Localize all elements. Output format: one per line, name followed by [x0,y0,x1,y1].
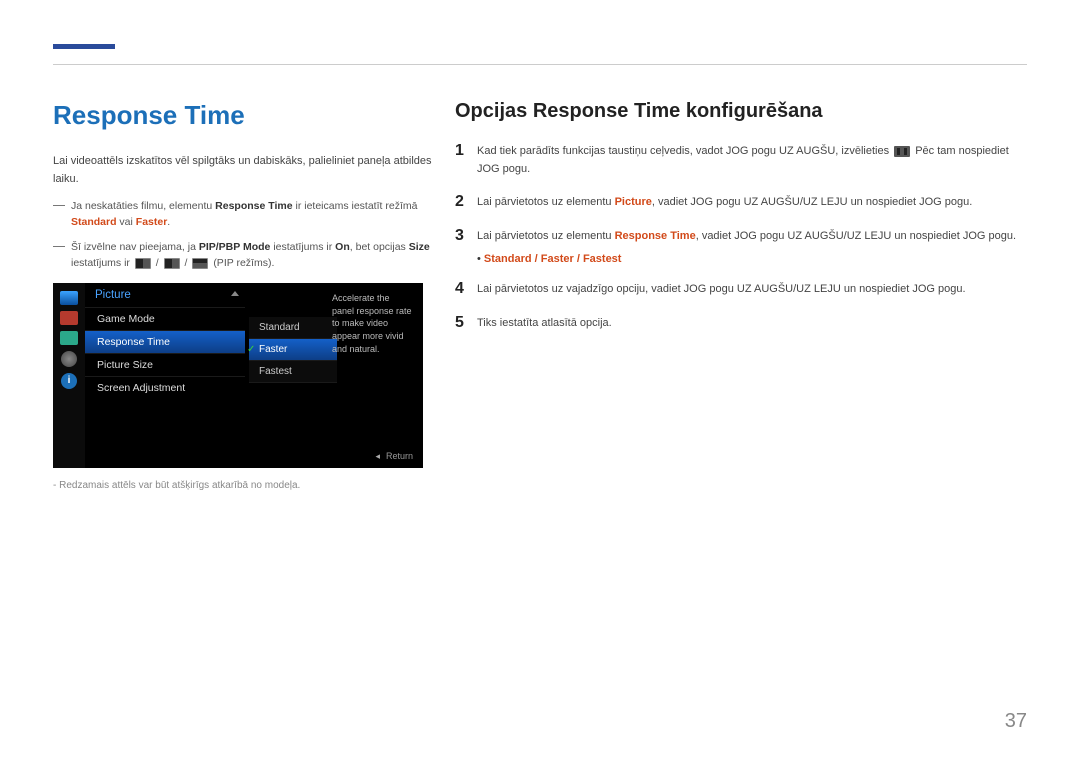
options-bullet: Standard / Faster / Fastest [455,253,1027,265]
osd-sidebar: i [53,283,85,468]
step-3: 3 Lai pārvietotos uz elementu Response T… [455,226,1027,246]
page-title: Response Time [53,100,433,131]
note-2: Šī izvēlne nav pieejama, ja PIP/PBP Mode… [53,239,433,272]
header-accent-bar [53,44,115,49]
osd-icon-pip [60,331,78,345]
osd-submenu: Standard Faster Fastest [249,317,337,383]
pip-layout-icon-1 [135,258,151,269]
right-column: Opcijas Response Time konfigurēšana 1 Ka… [455,100,1027,347]
pip-layout-icon-2 [164,258,180,269]
osd-item-game-mode: Game Mode [85,307,245,330]
header-divider [53,64,1027,65]
osd-arrow-up-icon [231,291,239,296]
osd-sub-fastest: Fastest [249,361,337,383]
osd-main-panel: Picture Game Mode Response Time Picture … [85,283,245,399]
osd-sub-standard: Standard [249,317,337,339]
step-5: 5 Tiks iestatīta atlasītā opcija. [455,313,1027,333]
note-1: Ja neskatāties filmu, elementu Response … [53,198,433,231]
osd-icon-color [60,311,78,325]
osd-menu-title: Picture [85,283,245,307]
osd-icon-picture [60,291,78,305]
step-2: 2 Lai pārvietotos uz elementu Picture, v… [455,192,1027,212]
step-4: 4 Lai pārvietotos uz vajadzīgo opciju, v… [455,279,1027,299]
osd-item-picture-size: Picture Size [85,353,245,376]
osd-description: Accelerate the panel response rate to ma… [329,289,417,358]
step-1: 1 Kad tiek parādīts funkcijas taustiņu c… [455,141,1027,178]
left-column: Response Time Lai videoattēls izskatītos… [53,100,433,491]
osd-menu-screenshot: i Picture Game Mode Response Time Pictur… [53,283,423,468]
section-title: Opcijas Response Time konfigurēšana [455,100,1027,123]
menu-button-icon [894,146,910,157]
osd-return-label: Return [375,451,413,462]
osd-item-response-time: Response Time [85,330,245,353]
pip-layout-icon-3 [192,258,208,269]
notes-list: Ja neskatāties filmu, elementu Response … [53,198,433,271]
osd-icon-settings [61,351,77,367]
intro-text: Lai videoattēls izskatītos vēl spilgtāks… [53,153,433,188]
steps-list-cont: 4 Lai pārvietotos uz vajadzīgo opciju, v… [455,279,1027,332]
steps-list: 1 Kad tiek parādīts funkcijas taustiņu c… [455,141,1027,245]
image-footnote: Redzamais attēls var būt atšķirīgs atkar… [53,480,433,491]
osd-item-screen-adjustment: Screen Adjustment [85,376,245,399]
osd-icon-info: i [61,373,77,389]
osd-sub-faster: Faster [249,339,337,361]
page-number: 37 [1005,710,1027,733]
